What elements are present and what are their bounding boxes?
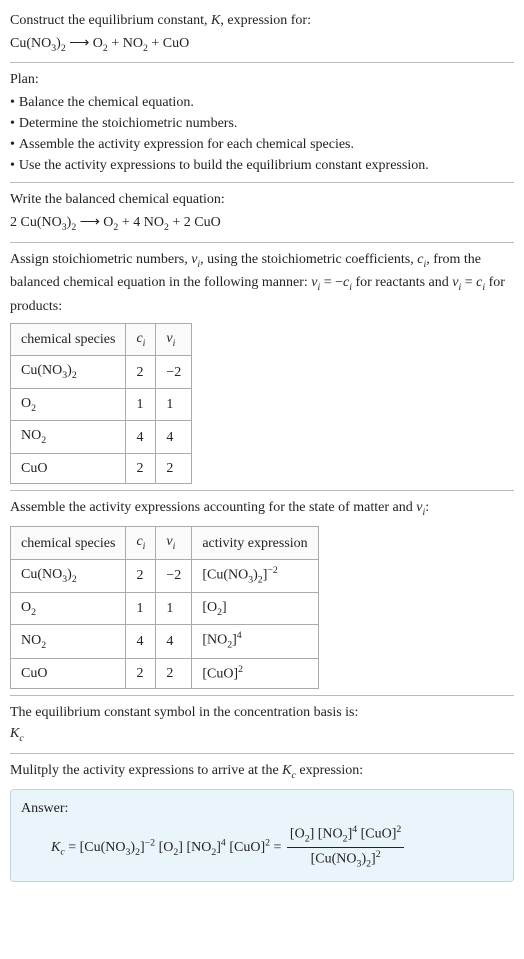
prompt-k: K xyxy=(211,13,220,28)
divider xyxy=(10,182,514,183)
plan-item: •Use the activity expressions to build t… xyxy=(10,155,514,176)
bullet-icon: • xyxy=(10,113,15,134)
table-row: O2 1 1 xyxy=(11,388,192,420)
col-ci: ci xyxy=(126,527,156,559)
answer-box: Answer: Kc = [Cu(NO3)2]−2 [O2] [NO2]4 [C… xyxy=(10,789,514,881)
col-species: chemical species xyxy=(11,323,126,355)
table-row: NO2 4 4 xyxy=(11,421,192,453)
divider xyxy=(10,62,514,63)
table-row: CuO 2 2 [CuO]2 xyxy=(11,658,319,689)
col-ci: ci xyxy=(126,323,156,355)
bullet-icon: • xyxy=(10,92,15,113)
activity-text: Assemble the activity expressions accoun… xyxy=(10,497,514,520)
plan-item: •Assemble the activity expression for ea… xyxy=(10,134,514,155)
table-row: Cu(NO3)2 2 −2 [Cu(NO3)2]−2 xyxy=(11,559,319,592)
kc-symbol-text: The equilibrium constant symbol in the c… xyxy=(10,702,514,723)
bullet-icon: • xyxy=(10,155,15,176)
divider xyxy=(10,695,514,696)
col-nui: νi xyxy=(156,527,192,559)
plan-label: Plan: xyxy=(10,69,514,90)
divider xyxy=(10,490,514,491)
balanced-label: Write the balanced chemical equation: xyxy=(10,189,514,210)
table-row: Cu(NO3)2 2 −2 xyxy=(11,356,192,388)
bullet-icon: • xyxy=(10,134,15,155)
kc-symbol: Kc xyxy=(10,723,514,746)
plan-item: •Determine the stoichiometric numbers. xyxy=(10,113,514,134)
multiply-text: Mulitply the activity expressions to arr… xyxy=(10,760,514,783)
stoichiometric-table: chemical species ci νi Cu(NO3)2 2 −2 O2 … xyxy=(10,323,192,484)
activity-table: chemical species ci νi activity expressi… xyxy=(10,526,319,689)
balanced-equation: 2 Cu(NO3)2 ⟶ O2 + 4 NO2 + 2 CuO xyxy=(10,212,514,235)
divider xyxy=(10,242,514,243)
plan-item: •Balance the chemical equation. xyxy=(10,92,514,113)
answer-label: Answer: xyxy=(21,798,503,819)
divider xyxy=(10,753,514,754)
table-row: O2 1 1 [O2] xyxy=(11,592,319,624)
col-activity: activity expression xyxy=(192,527,318,559)
col-nui: νi xyxy=(156,323,192,355)
table-header-row: chemical species ci νi xyxy=(11,323,192,355)
plan-list: •Balance the chemical equation. •Determi… xyxy=(10,92,514,176)
table-row: NO2 4 4 [NO2]4 xyxy=(11,625,319,658)
unbalanced-equation: Cu(NO3)2 ⟶ O2 + NO2 + CuO xyxy=(10,33,514,56)
stoichiometric-text: Assign stoichiometric numbers, νi, using… xyxy=(10,249,514,317)
col-species: chemical species xyxy=(11,527,126,559)
prompt-prefix: Construct the equilibrium constant, xyxy=(10,13,211,28)
prompt-line: Construct the equilibrium constant, K, e… xyxy=(10,10,514,31)
table-row: CuO 2 2 xyxy=(11,453,192,483)
answer-equation: Kc = [Cu(NO3)2]−2 [O2] [NO2]4 [CuO]2 = [… xyxy=(21,823,503,872)
fraction: [O2] [NO2]4 [CuO]2[Cu(NO3)2]2 xyxy=(287,823,404,872)
table-header-row: chemical species ci νi activity expressi… xyxy=(11,527,319,559)
prompt-suffix: , expression for: xyxy=(220,13,311,28)
